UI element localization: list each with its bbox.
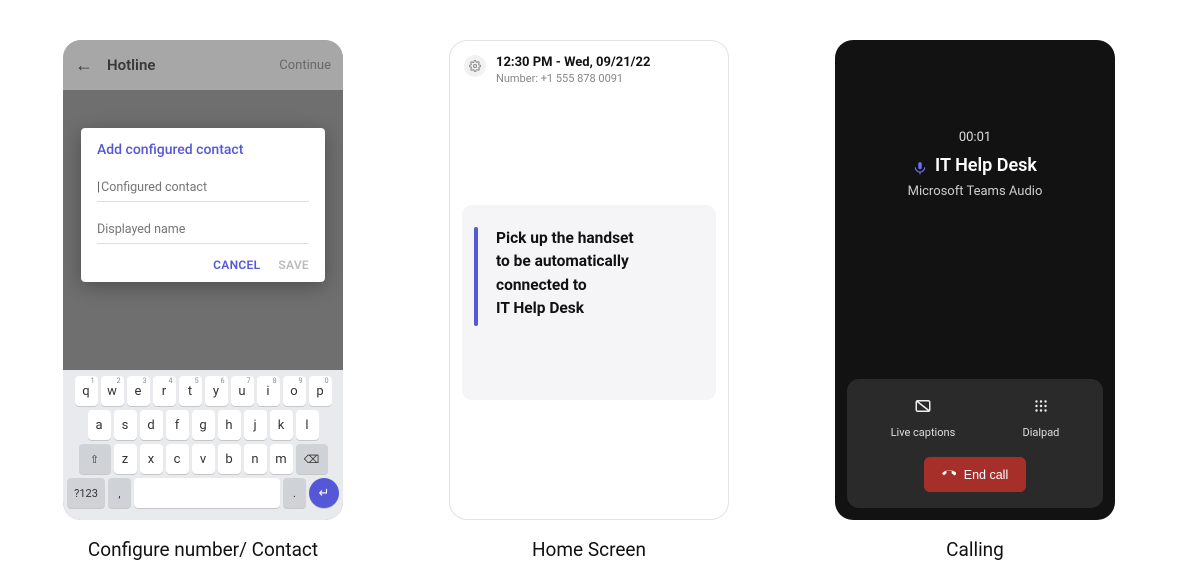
- displayed-name-input[interactable]: Displayed name: [97, 216, 309, 244]
- save-button[interactable]: SAVE: [278, 258, 309, 272]
- screen-title: Hotline: [107, 56, 155, 74]
- key-q[interactable]: q1: [75, 376, 98, 406]
- call-subtitle: Microsoft Teams Audio: [835, 184, 1115, 199]
- phone-home: 12:30 PM - Wed, 09/21/22 Number: +1 555 …: [449, 40, 729, 520]
- soft-keyboard: q1w2e3r4t5y6u7i8o9p0 asdfghjkl ⇧zxcvbnm⌫…: [63, 370, 343, 520]
- call-info: 00:01 IT Help Desk Microsoft Teams Audio: [835, 130, 1115, 199]
- caption-configure: Configure number/ Contact: [88, 538, 318, 561]
- dialpad-icon: [1032, 397, 1050, 420]
- key-i[interactable]: i8: [257, 376, 280, 406]
- microphone-icon: [913, 159, 927, 173]
- key-a[interactable]: a: [88, 410, 111, 440]
- key-p[interactable]: p0: [309, 376, 332, 406]
- call-title: IT Help Desk: [935, 155, 1037, 176]
- key-u[interactable]: u7: [231, 376, 254, 406]
- call-timer: 00:01: [835, 130, 1115, 145]
- configured-contact-input[interactable]: Configured contact: [97, 174, 309, 202]
- phone-calling: 00:01 IT Help Desk Microsoft Teams Audio…: [835, 40, 1115, 520]
- key-r[interactable]: r4: [153, 376, 176, 406]
- add-contact-dialog: Add configured contact Configured contac…: [81, 128, 325, 282]
- instruction-text: Pick up the handset to be automatically …: [496, 227, 696, 320]
- back-arrow-icon[interactable]: ←: [75, 55, 93, 76]
- key-o[interactable]: o9: [283, 376, 306, 406]
- key-z[interactable]: z: [114, 444, 137, 474]
- end-call-button[interactable]: End call: [924, 457, 1026, 492]
- caption-calling: Calling: [946, 538, 1004, 561]
- accent-bar: [474, 227, 478, 326]
- space-key[interactable]: [134, 478, 280, 508]
- key-v[interactable]: v: [192, 444, 215, 474]
- captions-icon: [914, 397, 932, 420]
- key-k[interactable]: k: [270, 410, 293, 440]
- live-captions-button[interactable]: Live captions: [891, 397, 956, 439]
- cancel-button[interactable]: CANCEL: [213, 258, 260, 272]
- caption-home: Home Screen: [532, 538, 646, 561]
- topbar: ← Hotline Continue: [63, 40, 343, 90]
- key-e[interactable]: e3: [127, 376, 150, 406]
- dialog-title: Add configured contact: [97, 142, 309, 158]
- key-f[interactable]: f: [166, 410, 189, 440]
- key-c[interactable]: c: [166, 444, 189, 474]
- key-l[interactable]: l: [296, 410, 319, 440]
- home-header: 12:30 PM - Wed, 09/21/22 Number: +1 555 …: [450, 41, 728, 93]
- key-b[interactable]: b: [218, 444, 241, 474]
- clock-date: 12:30 PM - Wed, 09/21/22: [496, 55, 650, 70]
- key-y[interactable]: y6: [205, 376, 228, 406]
- shift-key[interactable]: ⇧: [79, 444, 111, 474]
- enter-key[interactable]: ↵: [309, 478, 339, 508]
- key-t[interactable]: t5: [179, 376, 202, 406]
- backspace-key[interactable]: ⌫: [296, 444, 328, 474]
- continue-button[interactable]: Continue: [279, 58, 331, 73]
- period-key[interactable]: .: [283, 478, 306, 508]
- instruction-card: Pick up the handset to be automatically …: [462, 205, 716, 400]
- key-m[interactable]: m: [270, 444, 293, 474]
- numeric-key[interactable]: ?123: [67, 478, 105, 508]
- key-s[interactable]: s: [114, 410, 137, 440]
- key-d[interactable]: d: [140, 410, 163, 440]
- key-x[interactable]: x: [140, 444, 163, 474]
- phone-configure: ← Hotline Continue Add configured contac…: [63, 40, 343, 520]
- call-controls-panel: Live captions Dialpad End call: [847, 379, 1103, 508]
- key-j[interactable]: j: [244, 410, 267, 440]
- settings-gear-icon[interactable]: [464, 55, 486, 77]
- dialpad-button[interactable]: Dialpad: [1022, 397, 1059, 439]
- key-n[interactable]: n: [244, 444, 267, 474]
- comma-key[interactable]: ,: [108, 478, 131, 508]
- phone-number: Number: +1 555 878 0091: [496, 72, 650, 85]
- hangup-icon: [942, 466, 956, 483]
- key-h[interactable]: h: [218, 410, 241, 440]
- key-w[interactable]: w2: [101, 376, 124, 406]
- key-g[interactable]: g: [192, 410, 215, 440]
